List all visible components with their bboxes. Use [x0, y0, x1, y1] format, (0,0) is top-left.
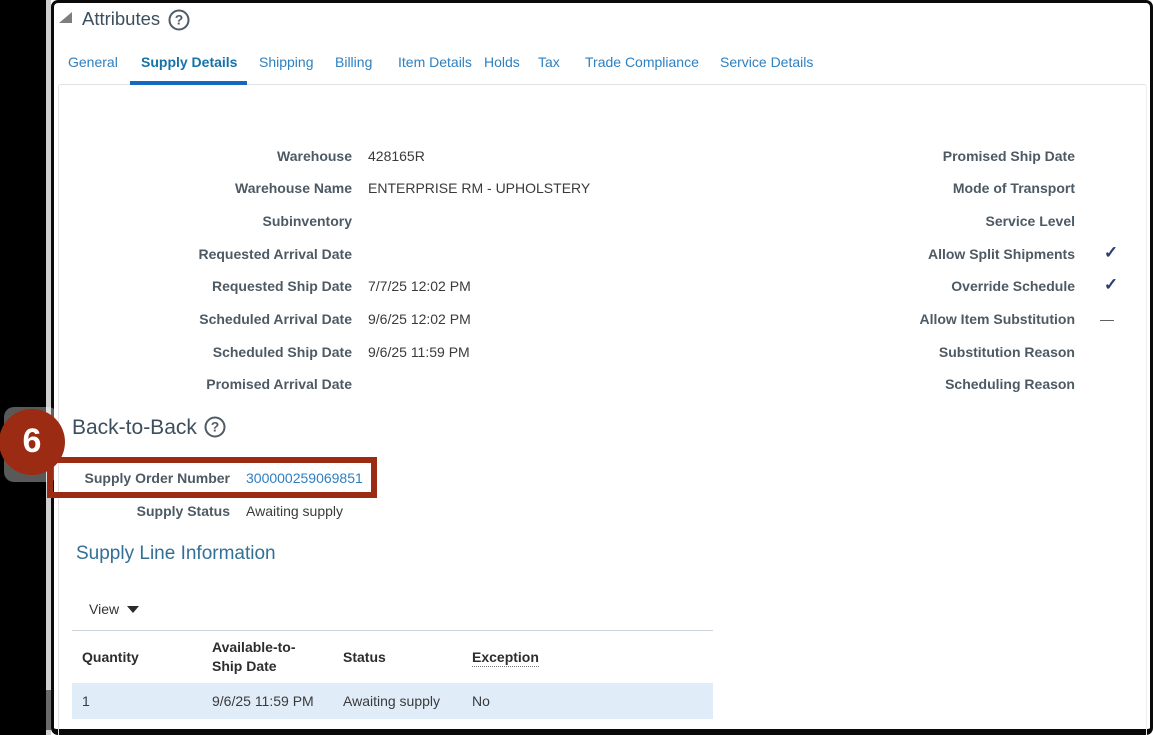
- svg-text:?: ?: [211, 419, 220, 435]
- svg-text:?: ?: [175, 12, 184, 28]
